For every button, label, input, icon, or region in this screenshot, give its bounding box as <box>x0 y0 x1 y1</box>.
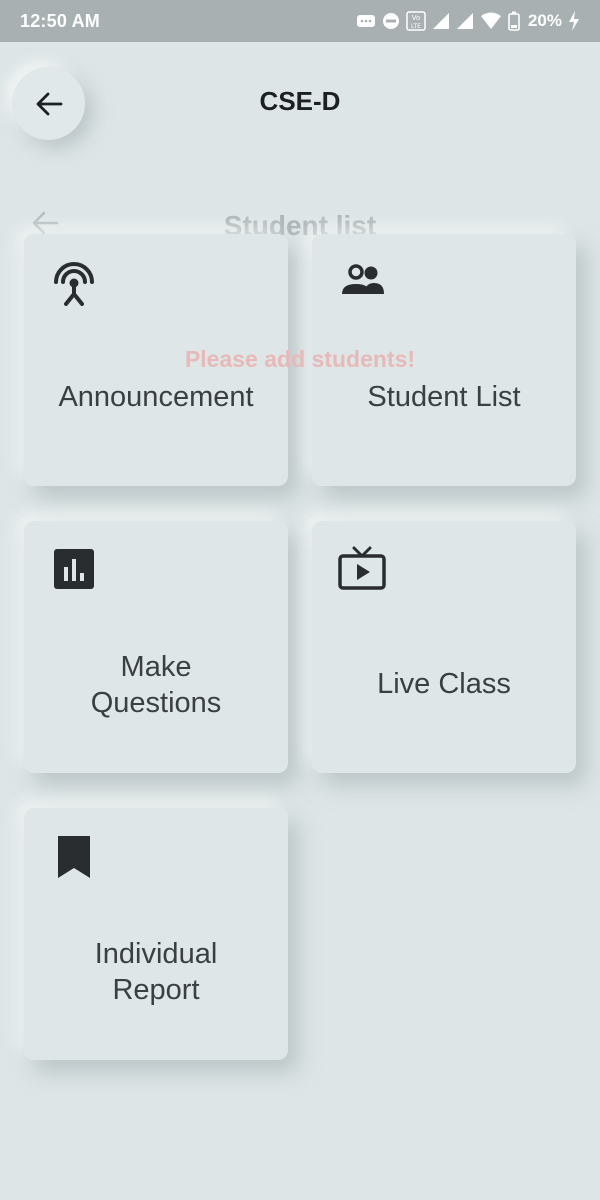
card-label-line: Individual <box>94 938 218 970</box>
card-label-line: Make <box>120 651 192 683</box>
card-label: Live Class <box>377 668 511 700</box>
live-class-card[interactable]: Live Class <box>312 521 576 773</box>
battery-icon <box>508 11 520 31</box>
status-icons: Vo LTE 20% <box>356 11 580 31</box>
status-bar: 12:50 AM Vo LTE 20% <box>0 0 600 42</box>
empty-state-message: Please add students! <box>184 346 416 372</box>
charging-icon <box>569 11 579 31</box>
card-label: Student List <box>367 381 521 413</box>
signal-icon <box>456 13 473 29</box>
page-title: CSE-D <box>259 86 341 116</box>
card-label: Make Questions <box>24 649 288 721</box>
svg-text:Vo: Vo <box>412 14 421 22</box>
dnd-icon <box>382 13 399 29</box>
card-label-line: Questions <box>90 687 222 719</box>
wifi-icon <box>480 12 501 29</box>
card-label: Announcement <box>58 381 254 413</box>
card-label: Individual Report <box>24 936 288 1008</box>
svg-text:LTE: LTE <box>411 23 421 30</box>
card-label-line: Report <box>112 974 200 1006</box>
signal-icon <box>432 13 449 29</box>
tv-play-icon <box>338 546 386 590</box>
volte-icon: VoLTE <box>406 11 426 31</box>
status-time: 12:50 AM <box>20 10 100 31</box>
bar-chart-icon <box>54 549 94 589</box>
chat-icon <box>356 15 375 27</box>
make-questions-card[interactable]: Make Questions <box>24 521 288 773</box>
bookmark-icon <box>58 836 90 878</box>
people-icon <box>342 264 384 294</box>
individual-report-card[interactable]: Individual Report <box>24 808 288 1060</box>
broadcast-icon <box>54 262 94 306</box>
battery-percentage: 20% <box>527 11 562 30</box>
